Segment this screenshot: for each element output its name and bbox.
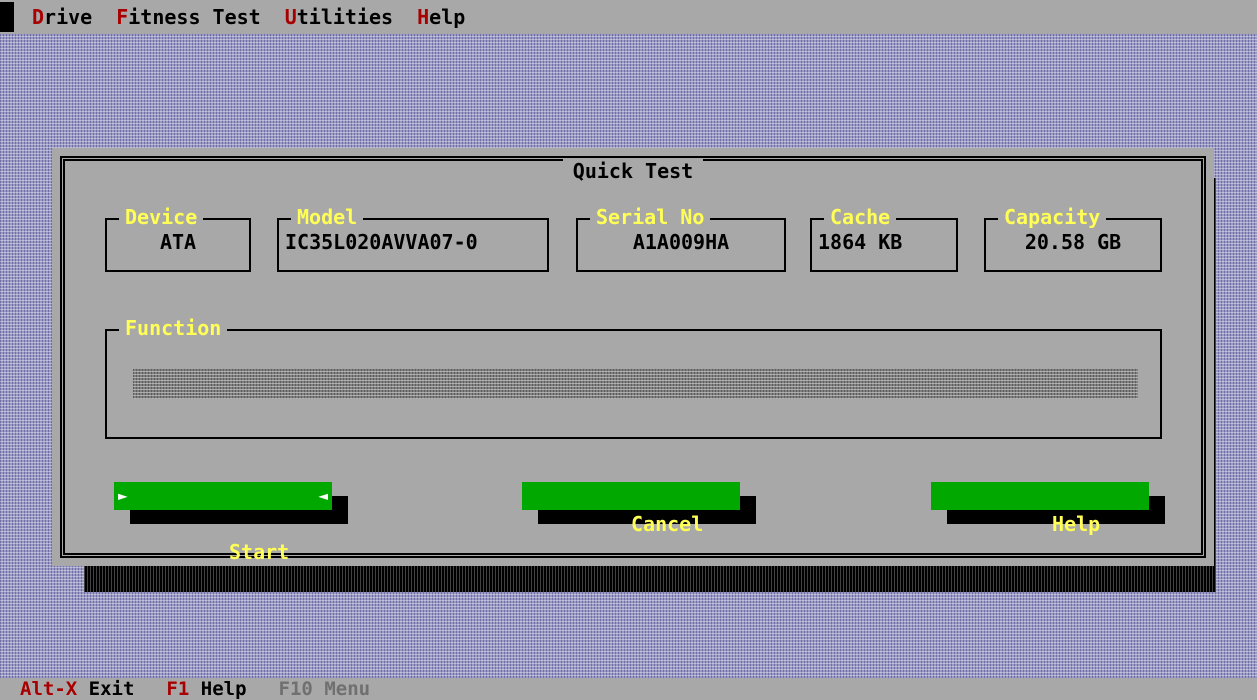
status-menu-label: Menu xyxy=(324,678,371,700)
menu-help-hotkey: H xyxy=(417,5,430,29)
menu-help[interactable]: Help xyxy=(417,5,465,29)
serial-value: A1A009HA xyxy=(632,230,730,254)
menu-drive-hotkey: D xyxy=(32,5,45,29)
cancel-button-label: Cancel xyxy=(631,512,704,536)
start-button-group: ► Start ◄ xyxy=(114,482,348,564)
status-exit-label: Exit xyxy=(88,678,135,700)
status-menu[interactable]: F10 Menu xyxy=(279,678,371,700)
status-help-key: F1 xyxy=(166,678,190,700)
model-label: Model xyxy=(291,205,364,229)
quick-test-dialog: Quick Test Device ATA Model IC35L020AVVA… xyxy=(52,148,1214,566)
start-button-label: Start xyxy=(229,540,290,564)
capacity-field: Capacity 20.58 GB xyxy=(984,205,1162,272)
cache-label: Cache xyxy=(824,205,897,229)
cancel-button[interactable]: Cancel xyxy=(522,482,740,536)
menu-help-label: elp xyxy=(429,5,466,29)
help-button-label: Help xyxy=(1052,512,1101,536)
progress-bar xyxy=(133,369,1138,399)
model-field: Model IC35L020AVVA07-0 xyxy=(277,205,549,272)
menu-fitness-test-label: itness Test xyxy=(128,5,261,29)
focus-arrow-left-icon: ◄ xyxy=(318,486,328,505)
start-button[interactable]: ► Start ◄ xyxy=(114,482,332,564)
menu-utilities-label: tilities xyxy=(296,5,394,29)
status-exit-key: Alt-X xyxy=(20,678,78,700)
dialog-title-text: Quick Test xyxy=(562,159,704,183)
model-value: IC35L020AVVA07-0 xyxy=(285,230,478,254)
dialog-title: Quick Test xyxy=(65,159,1201,183)
serial-field: Serial No A1A009HA xyxy=(576,205,786,272)
capacity-label: Capacity xyxy=(998,205,1107,229)
menu-drive[interactable]: Drive xyxy=(32,5,92,29)
status-help-label: Help xyxy=(200,678,247,700)
status-exit[interactable]: Alt-X Exit xyxy=(20,678,134,700)
device-value: ATA xyxy=(159,230,197,254)
cache-value: 1864 KB xyxy=(818,230,903,254)
text-cursor xyxy=(0,2,14,32)
menu-utilities[interactable]: Utilities xyxy=(285,5,393,29)
serial-label: Serial No xyxy=(590,205,711,229)
function-label: Function xyxy=(119,316,228,340)
cache-field: Cache 1864 KB xyxy=(810,205,958,272)
menu-fitness-test[interactable]: Fitness Test xyxy=(116,5,261,29)
menu-bar: Drive Fitness Test Utilities Help xyxy=(0,0,1257,34)
device-field: Device ATA xyxy=(105,205,251,272)
function-group: Function xyxy=(105,316,1162,439)
status-bar: Alt-X Exit F1 Help F10 Menu xyxy=(0,678,1257,700)
help-button[interactable]: Help xyxy=(931,482,1149,536)
help-button-group: Help xyxy=(931,482,1165,536)
status-help[interactable]: F1 Help xyxy=(166,678,246,700)
menu-utilities-hotkey: U xyxy=(284,5,297,29)
status-menu-key: F10 xyxy=(278,678,313,700)
device-label: Device xyxy=(119,205,204,229)
menu-drive-label: rive xyxy=(44,5,93,29)
menu-fitness-test-hotkey: F xyxy=(116,5,129,29)
cancel-button-group: Cancel xyxy=(522,482,756,536)
focus-arrow-right-icon: ► xyxy=(118,486,128,505)
capacity-value: 20.58 GB xyxy=(1024,230,1122,254)
